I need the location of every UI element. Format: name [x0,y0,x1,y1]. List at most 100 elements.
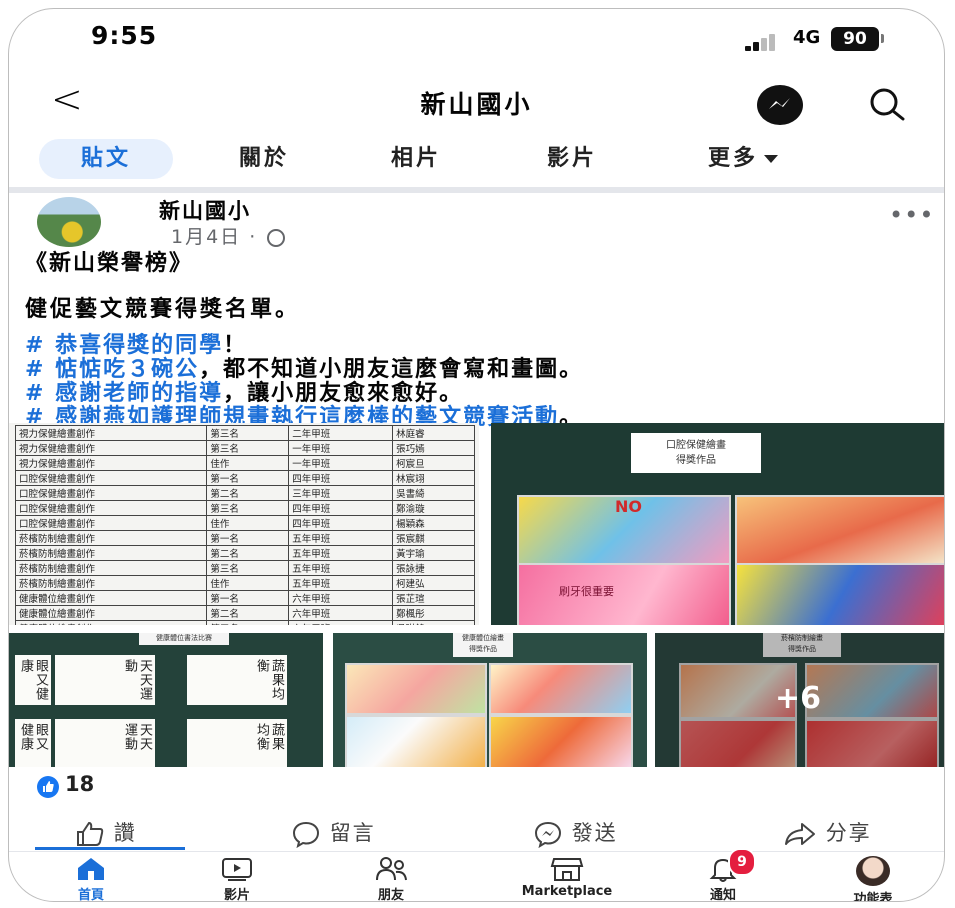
table-cell: 第二名 [206,605,290,621]
drawing-8 [489,715,633,767]
table-cell: 第一名 [206,470,290,486]
table-cell: 菸檳防制繪畫創作 [14,560,208,576]
table-cell: 口腔保健繪畫創作 [14,470,208,486]
post-author[interactable]: 新山國小 [159,195,251,225]
messenger-icon[interactable] [757,85,803,125]
nav-home[interactable]: 首頁 [31,856,151,901]
table-cell: 張芷瑄 [392,590,475,606]
table-cell: 五年甲班 [288,560,394,576]
comment-label: 留言 [329,821,376,845]
table-cell: 第二名 [206,485,290,501]
table-cell: 六年甲班 [288,620,394,625]
page-title: 新山國小 [420,90,533,119]
photo-healthy-weight-board[interactable]: 健康體位繪畫 得獎作品 [333,633,647,767]
tab-about[interactable]: 關於 [209,139,319,179]
photo-award-list[interactable]: 視力保健繪畫創作 第三名 二年甲班 林庭睿 視力保健繪畫創作 第三名 一年甲班 張巧嫣 視力保健… [9,423,479,625]
network-label: 4G [793,27,821,48]
thumbs-up-small-icon [43,781,54,792]
table-cell: 四年甲班 [288,500,394,516]
table-cell: 第三名 [206,440,290,456]
friends-icon [374,856,408,882]
menu-avatar-icon [856,856,890,886]
tab-videos[interactable]: 影片 [517,139,627,179]
photo-calligraphy[interactable]: 健康體位書法比賽 天天運動 蔬果均衡 眼又健康 天天運動 蔬果均衡 眼又健康 [9,633,323,767]
like-count[interactable]: 18 [65,772,94,796]
share-label: 分享 [825,821,872,845]
table-cell: 第三名 [206,560,290,576]
nav-menu-label: 功能表 [853,892,893,902]
table-row: 菸檳防制繪畫創作 第一名 五年甲班 張宸麒 [14,530,475,546]
like-reaction-icon[interactable] [37,776,59,798]
nav-notifications[interactable]: 9 通知 [663,848,783,902]
table-row: 菸檳防制繪畫創作 佳作 五年甲班 柯建弘 [14,575,475,591]
more-photos-count: +6 [775,681,822,716]
nav-menu[interactable]: 功能表 [813,856,933,902]
more-options-icon[interactable]: ••• [889,201,934,229]
table-cell: 第三名 [206,500,290,516]
table-cell: 林宸翊 [392,470,475,486]
table-cell: 一年甲班 [288,455,394,471]
share-button[interactable]: 分享 [783,817,872,847]
table-row: 口腔保健繪畫創作 第二名 三年甲班 吳書綺 [14,485,475,501]
section-divider [9,187,944,193]
table-cell: 第一名 [206,590,290,606]
top-nav: < 新山國小 [9,69,944,133]
table-cell: 健康體位繪畫創作 [14,620,208,625]
table-row: 視力保健繪畫創作 第三名 一年甲班 張巧嫣 [14,440,475,456]
table-cell: 張宸麒 [392,530,475,546]
table-cell: 張詠捷 [392,560,475,576]
table-cell: 菸檳防制繪畫創作 [14,530,208,546]
nav-friends[interactable]: 朋友 [331,856,451,901]
globe-icon [267,228,286,247]
table-cell: 六年甲班 [288,605,394,621]
photo-oral-health-board[interactable]: 口腔保健繪畫 得獎作品 NO 刷牙很重要 [491,423,944,625]
table-cell: 吳琪鋒 [392,620,475,625]
search-icon[interactable] [867,85,907,125]
tab-more-label: 更多 [707,146,758,171]
table-row: 健康體位繪畫創作 第二名 六年甲班 鄭楓彤 [14,605,475,621]
table-cell: 五年甲班 [288,545,394,561]
comment-button[interactable]: 留言 [291,817,376,849]
table-cell: 五年甲班 [288,530,394,546]
table-cell: 三年甲班 [288,485,394,501]
table-cell: 吳書綺 [392,485,475,501]
tab-more[interactable]: 更多 [673,139,813,179]
table-cell: 第一名 [206,530,290,546]
table-cell: 口腔保健繪畫創作 [14,500,208,516]
like-button[interactable]: 讚 [75,817,137,847]
battery-icon: 90 [831,27,879,51]
phone-frame: 9:55 4G 90 < 新山國小 貼文 關於 相片 影片 更多 新山國小 1月… [8,8,945,902]
table-cell: 二年甲班 [288,425,394,441]
nav-notifications-label: 通知 [709,888,736,902]
table-row: 口腔保健繪畫創作 佳作 四年甲班 楊穎森 [14,515,475,531]
table-cell: 鄭楓彤 [392,605,475,621]
send-button[interactable]: 發送 [533,817,618,849]
search-glyph [870,88,905,121]
table-cell: 黃宇瑜 [392,545,475,561]
drawing-text: 刷牙很重要 [559,585,614,598]
table-row: 口腔保健繪畫創作 第一名 四年甲班 林宸翊 [14,470,475,486]
table-cell: 四年甲班 [288,515,394,531]
table-cell: 佳作 [206,575,290,591]
drawing-6 [489,663,633,715]
drawing-7 [345,715,487,767]
table-cell: 健康體位繪畫創作 [14,605,208,621]
tab-photos[interactable]: 相片 [361,139,471,179]
tab-posts[interactable]: 貼文 [39,139,173,179]
marketplace-icon [550,856,584,882]
thumbs-up-icon [77,821,104,846]
table-cell: 柯宸旦 [392,455,475,471]
table-cell: 林庭睿 [392,425,475,441]
table-cell: 楊穎森 [392,515,475,531]
nav-video[interactable]: 影片 [177,856,297,901]
photo-anti-betel-board[interactable]: 菸檳防制繪畫 得獎作品 +6 [655,633,944,767]
table-cell: 視力保健繪畫創作 [14,425,208,441]
author-avatar[interactable] [37,197,101,247]
calligraphy-sheet: 蔬果均衡 [187,655,287,705]
table-cell: 四年甲班 [288,470,394,486]
share-icon [785,823,815,845]
nav-marketplace[interactable]: Marketplace [487,856,647,899]
table-row: 菸檳防制繪畫創作 第三名 五年甲班 張詠捷 [14,560,475,576]
drawing-4 [735,563,944,625]
table-cell: 佳作 [206,455,290,471]
